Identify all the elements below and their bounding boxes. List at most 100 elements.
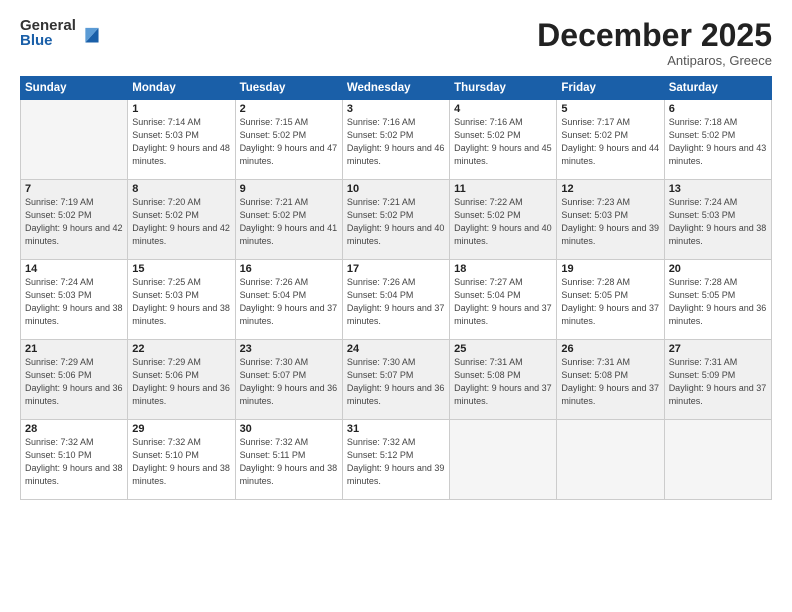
- calendar-day: 10Sunrise: 7:21 AMSunset: 5:02 PMDayligh…: [342, 180, 449, 260]
- day-number: 13: [669, 183, 767, 195]
- month-title: December 2025: [537, 18, 772, 53]
- day-detail: Sunrise: 7:17 AMSunset: 5:02 PMDaylight:…: [561, 116, 659, 168]
- calendar-day: 4Sunrise: 7:16 AMSunset: 5:02 PMDaylight…: [450, 100, 557, 180]
- calendar-day: 31Sunrise: 7:32 AMSunset: 5:12 PMDayligh…: [342, 420, 449, 500]
- day-detail: Sunrise: 7:30 AMSunset: 5:07 PMDaylight:…: [240, 356, 338, 408]
- day-detail: Sunrise: 7:20 AMSunset: 5:02 PMDaylight:…: [132, 196, 230, 248]
- calendar-day: 1Sunrise: 7:14 AMSunset: 5:03 PMDaylight…: [128, 100, 235, 180]
- header-saturday: Saturday: [664, 77, 771, 100]
- day-detail: Sunrise: 7:15 AMSunset: 5:02 PMDaylight:…: [240, 116, 338, 168]
- calendar-day: 12Sunrise: 7:23 AMSunset: 5:03 PMDayligh…: [557, 180, 664, 260]
- day-number: 15: [132, 263, 230, 275]
- calendar-day: 13Sunrise: 7:24 AMSunset: 5:03 PMDayligh…: [664, 180, 771, 260]
- day-number: 16: [240, 263, 338, 275]
- day-detail: Sunrise: 7:25 AMSunset: 5:03 PMDaylight:…: [132, 276, 230, 328]
- day-number: 27: [669, 343, 767, 355]
- day-number: 30: [240, 423, 338, 435]
- calendar-day: 5Sunrise: 7:17 AMSunset: 5:02 PMDaylight…: [557, 100, 664, 180]
- day-number: 7: [25, 183, 123, 195]
- day-number: 23: [240, 343, 338, 355]
- calendar-week-row: 14Sunrise: 7:24 AMSunset: 5:03 PMDayligh…: [21, 260, 772, 340]
- calendar-day: 19Sunrise: 7:28 AMSunset: 5:05 PMDayligh…: [557, 260, 664, 340]
- calendar-day: 3Sunrise: 7:16 AMSunset: 5:02 PMDaylight…: [342, 100, 449, 180]
- day-detail: Sunrise: 7:26 AMSunset: 5:04 PMDaylight:…: [347, 276, 445, 328]
- day-number: 4: [454, 103, 552, 115]
- day-number: 17: [347, 263, 445, 275]
- day-number: 18: [454, 263, 552, 275]
- title-block: December 2025 Antiparos, Greece: [537, 18, 772, 68]
- day-number: 14: [25, 263, 123, 275]
- calendar-day: 9Sunrise: 7:21 AMSunset: 5:02 PMDaylight…: [235, 180, 342, 260]
- day-detail: Sunrise: 7:18 AMSunset: 5:02 PMDaylight:…: [669, 116, 767, 168]
- day-detail: Sunrise: 7:32 AMSunset: 5:12 PMDaylight:…: [347, 436, 445, 488]
- header-sunday: Sunday: [21, 77, 128, 100]
- day-number: 11: [454, 183, 552, 195]
- location-subtitle: Antiparos, Greece: [537, 53, 772, 68]
- day-detail: Sunrise: 7:21 AMSunset: 5:02 PMDaylight:…: [240, 196, 338, 248]
- calendar-day: 17Sunrise: 7:26 AMSunset: 5:04 PMDayligh…: [342, 260, 449, 340]
- calendar-day: 25Sunrise: 7:31 AMSunset: 5:08 PMDayligh…: [450, 340, 557, 420]
- day-detail: Sunrise: 7:26 AMSunset: 5:04 PMDaylight:…: [240, 276, 338, 328]
- header-monday: Monday: [128, 77, 235, 100]
- day-number: 28: [25, 423, 123, 435]
- day-number: 25: [454, 343, 552, 355]
- day-detail: Sunrise: 7:30 AMSunset: 5:07 PMDaylight:…: [347, 356, 445, 408]
- day-detail: Sunrise: 7:27 AMSunset: 5:04 PMDaylight:…: [454, 276, 552, 328]
- day-number: 29: [132, 423, 230, 435]
- day-detail: Sunrise: 7:24 AMSunset: 5:03 PMDaylight:…: [25, 276, 123, 328]
- calendar-day: 30Sunrise: 7:32 AMSunset: 5:11 PMDayligh…: [235, 420, 342, 500]
- calendar-day: 28Sunrise: 7:32 AMSunset: 5:10 PMDayligh…: [21, 420, 128, 500]
- header-friday: Friday: [557, 77, 664, 100]
- day-detail: Sunrise: 7:29 AMSunset: 5:06 PMDaylight:…: [132, 356, 230, 408]
- day-detail: Sunrise: 7:23 AMSunset: 5:03 PMDaylight:…: [561, 196, 659, 248]
- day-number: 5: [561, 103, 659, 115]
- day-detail: Sunrise: 7:32 AMSunset: 5:11 PMDaylight:…: [240, 436, 338, 488]
- calendar-day: 11Sunrise: 7:22 AMSunset: 5:02 PMDayligh…: [450, 180, 557, 260]
- calendar-header-row: Sunday Monday Tuesday Wednesday Thursday…: [21, 77, 772, 100]
- page-header: General Blue December 2025 Antiparos, Gr…: [20, 18, 772, 68]
- calendar-day: 8Sunrise: 7:20 AMSunset: 5:02 PMDaylight…: [128, 180, 235, 260]
- day-number: 21: [25, 343, 123, 355]
- calendar-day: 14Sunrise: 7:24 AMSunset: 5:03 PMDayligh…: [21, 260, 128, 340]
- day-detail: Sunrise: 7:22 AMSunset: 5:02 PMDaylight:…: [454, 196, 552, 248]
- day-number: 22: [132, 343, 230, 355]
- day-detail: Sunrise: 7:29 AMSunset: 5:06 PMDaylight:…: [25, 356, 123, 408]
- day-detail: Sunrise: 7:28 AMSunset: 5:05 PMDaylight:…: [669, 276, 767, 328]
- day-detail: Sunrise: 7:32 AMSunset: 5:10 PMDaylight:…: [25, 436, 123, 488]
- header-thursday: Thursday: [450, 77, 557, 100]
- calendar-day: [21, 100, 128, 180]
- day-number: 26: [561, 343, 659, 355]
- day-detail: Sunrise: 7:16 AMSunset: 5:02 PMDaylight:…: [347, 116, 445, 168]
- day-number: 9: [240, 183, 338, 195]
- calendar-day: 24Sunrise: 7:30 AMSunset: 5:07 PMDayligh…: [342, 340, 449, 420]
- header-wednesday: Wednesday: [342, 77, 449, 100]
- day-number: 19: [561, 263, 659, 275]
- day-detail: Sunrise: 7:31 AMSunset: 5:09 PMDaylight:…: [669, 356, 767, 408]
- day-number: 10: [347, 183, 445, 195]
- day-detail: Sunrise: 7:24 AMSunset: 5:03 PMDaylight:…: [669, 196, 767, 248]
- day-detail: Sunrise: 7:32 AMSunset: 5:10 PMDaylight:…: [132, 436, 230, 488]
- calendar-day: 20Sunrise: 7:28 AMSunset: 5:05 PMDayligh…: [664, 260, 771, 340]
- day-number: 12: [561, 183, 659, 195]
- day-number: 6: [669, 103, 767, 115]
- calendar-day: 29Sunrise: 7:32 AMSunset: 5:10 PMDayligh…: [128, 420, 235, 500]
- day-detail: Sunrise: 7:19 AMSunset: 5:02 PMDaylight:…: [25, 196, 123, 248]
- logo-icon: [78, 22, 100, 44]
- calendar-week-row: 1Sunrise: 7:14 AMSunset: 5:03 PMDaylight…: [21, 100, 772, 180]
- calendar-day: [664, 420, 771, 500]
- calendar-day: [450, 420, 557, 500]
- day-detail: Sunrise: 7:28 AMSunset: 5:05 PMDaylight:…: [561, 276, 659, 328]
- day-number: 31: [347, 423, 445, 435]
- day-detail: Sunrise: 7:16 AMSunset: 5:02 PMDaylight:…: [454, 116, 552, 168]
- calendar-week-row: 7Sunrise: 7:19 AMSunset: 5:02 PMDaylight…: [21, 180, 772, 260]
- calendar-day: 7Sunrise: 7:19 AMSunset: 5:02 PMDaylight…: [21, 180, 128, 260]
- calendar-day: 18Sunrise: 7:27 AMSunset: 5:04 PMDayligh…: [450, 260, 557, 340]
- day-number: 1: [132, 103, 230, 115]
- day-number: 3: [347, 103, 445, 115]
- logo-blue: Blue: [20, 33, 76, 48]
- calendar-day: 6Sunrise: 7:18 AMSunset: 5:02 PMDaylight…: [664, 100, 771, 180]
- day-detail: Sunrise: 7:21 AMSunset: 5:02 PMDaylight:…: [347, 196, 445, 248]
- calendar-day: 16Sunrise: 7:26 AMSunset: 5:04 PMDayligh…: [235, 260, 342, 340]
- day-number: 24: [347, 343, 445, 355]
- calendar-week-row: 21Sunrise: 7:29 AMSunset: 5:06 PMDayligh…: [21, 340, 772, 420]
